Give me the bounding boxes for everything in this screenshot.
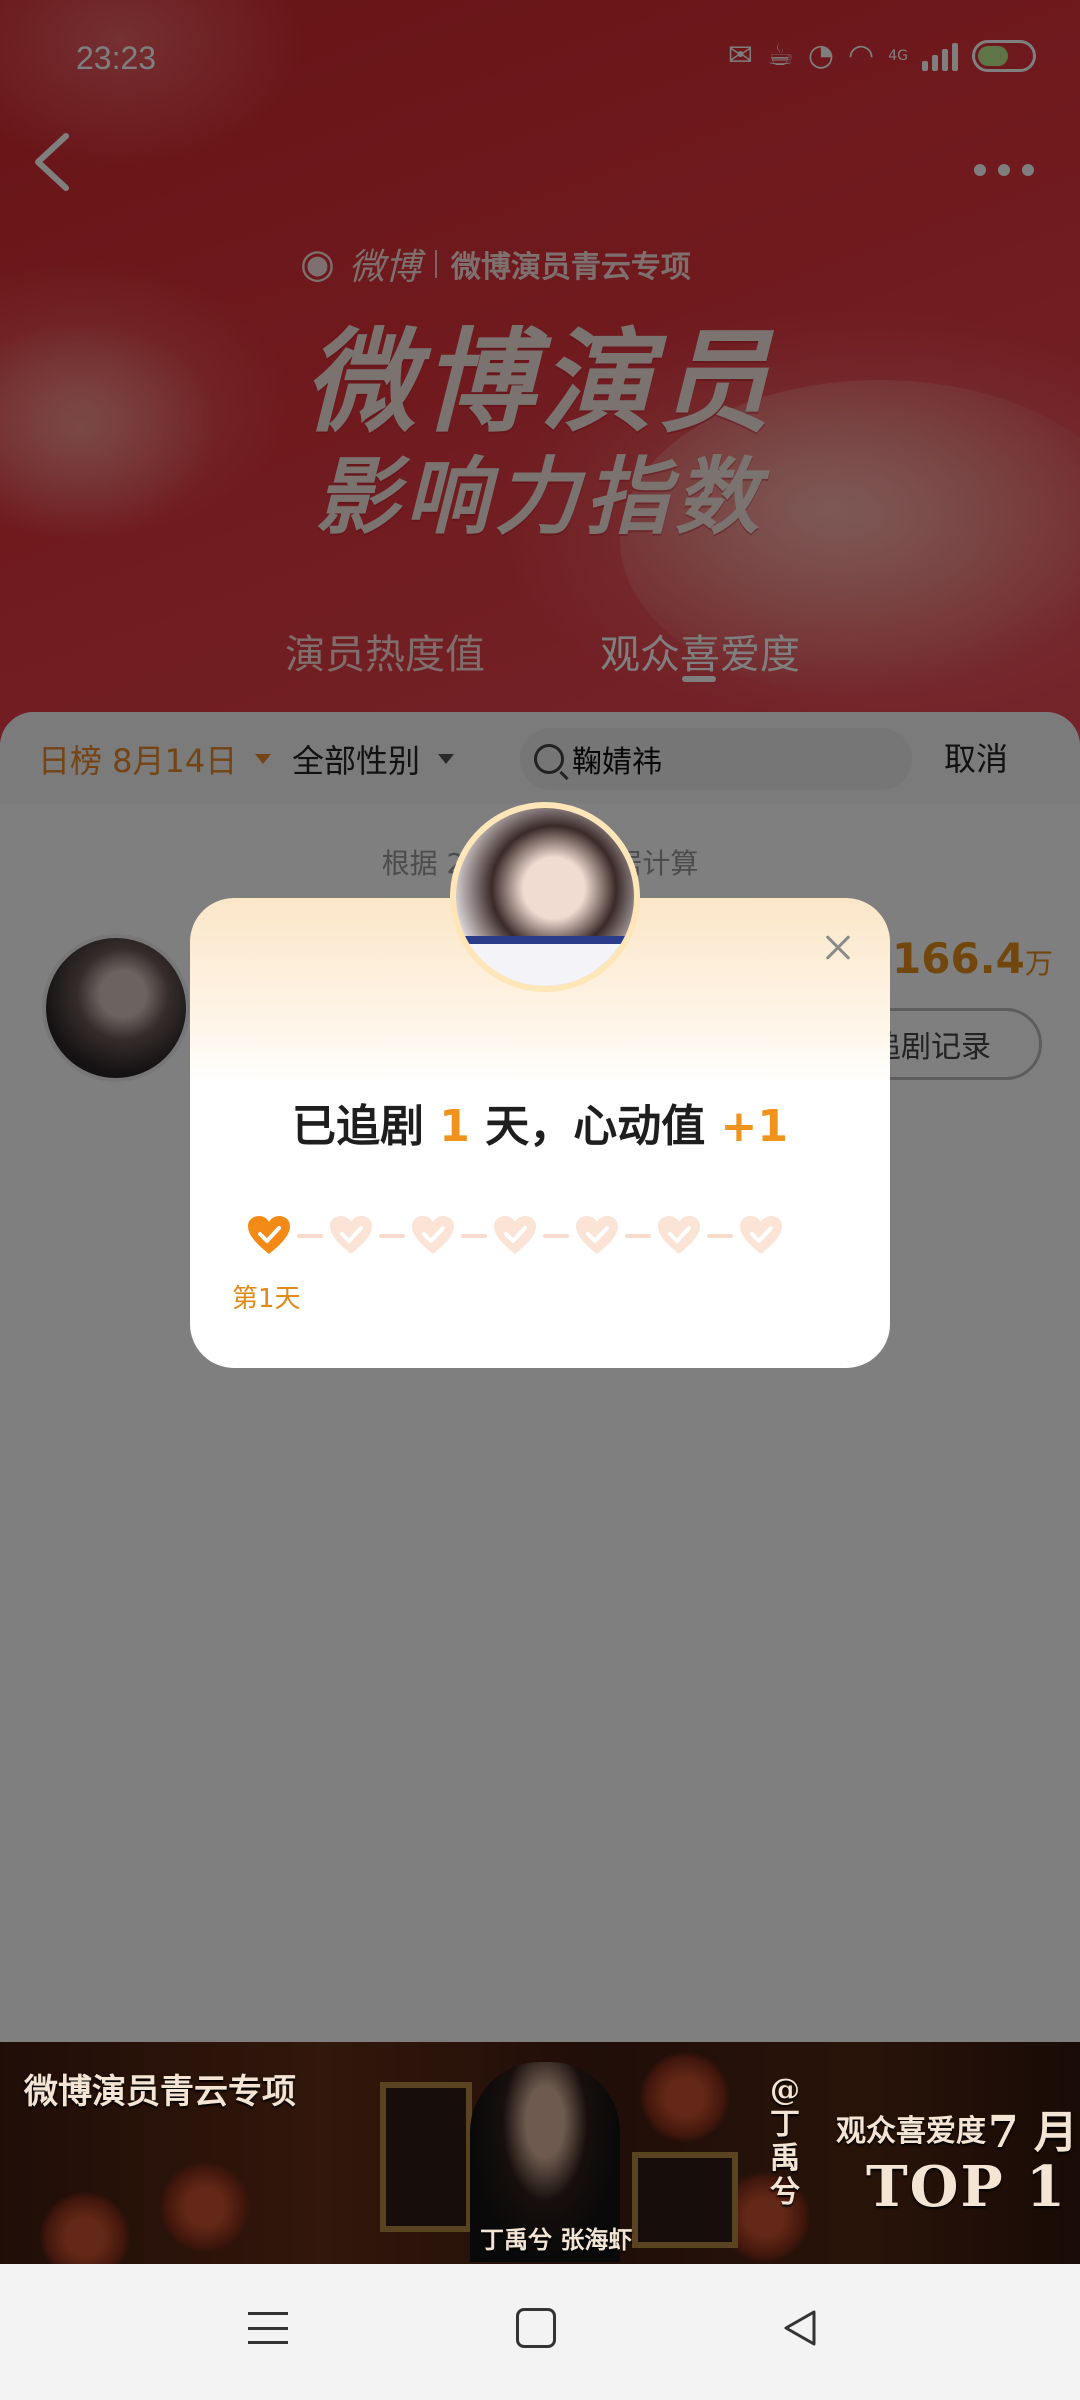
day-label: 第1天 <box>232 1284 301 1314</box>
heart-connector <box>461 1234 487 1238</box>
menu-icon <box>248 2341 288 2344</box>
heart-connector <box>707 1234 733 1238</box>
heart-empty-icon <box>740 1216 782 1254</box>
menu-button[interactable] <box>248 2308 288 2348</box>
heart-empty-icon <box>412 1216 454 1254</box>
back-nav-button[interactable] <box>780 2308 820 2348</box>
avatar-shirt <box>456 936 634 986</box>
ad-banner[interactable]: 微博演员青云专项 丁禹兮 张海虾 @丁禹兮 观众喜爱度 7 月 TOP 1 <box>0 2042 1080 2264</box>
popup-avatar <box>450 802 640 992</box>
ad-title: 微博演员青云专项 <box>24 2072 296 2112</box>
streak-progress <box>246 1214 826 1258</box>
heart-empty-icon <box>494 1216 536 1254</box>
close-icon[interactable] <box>818 928 858 968</box>
home-button[interactable] <box>516 2308 556 2348</box>
heart-connector <box>625 1234 651 1238</box>
heart-empty-icon <box>330 1216 372 1254</box>
menu-icon <box>248 2312 288 2315</box>
ad-names: 丁禹兮 张海虾 <box>480 2225 633 2254</box>
triangle-back-icon <box>784 2310 816 2346</box>
popup-message: 已追剧 1 天，心动值 +1 <box>190 1090 890 1154</box>
menu-icon <box>248 2326 288 2330</box>
system-nav-bar <box>0 2264 1080 2400</box>
ad-month: 7 月 <box>988 2107 1078 2158</box>
heart-gain: +1 <box>720 1101 789 1152</box>
heart-connector <box>543 1234 569 1238</box>
ad-handle: @丁禹兮 <box>770 2073 800 2210</box>
ad-rank: TOP 1 <box>866 2154 1068 2220</box>
heart-empty-icon <box>658 1216 700 1254</box>
ad-rank-label: 观众喜爱度 <box>836 2114 986 2149</box>
msg-mid: 天，心动值 <box>469 1101 721 1152</box>
days-count: 1 <box>439 1101 470 1152</box>
msg-prefix: 已追剧 <box>291 1101 440 1152</box>
heart-connector <box>297 1234 323 1238</box>
heart-empty-icon <box>576 1216 618 1254</box>
heart-connector <box>379 1234 405 1238</box>
heart-filled-icon <box>248 1216 290 1254</box>
